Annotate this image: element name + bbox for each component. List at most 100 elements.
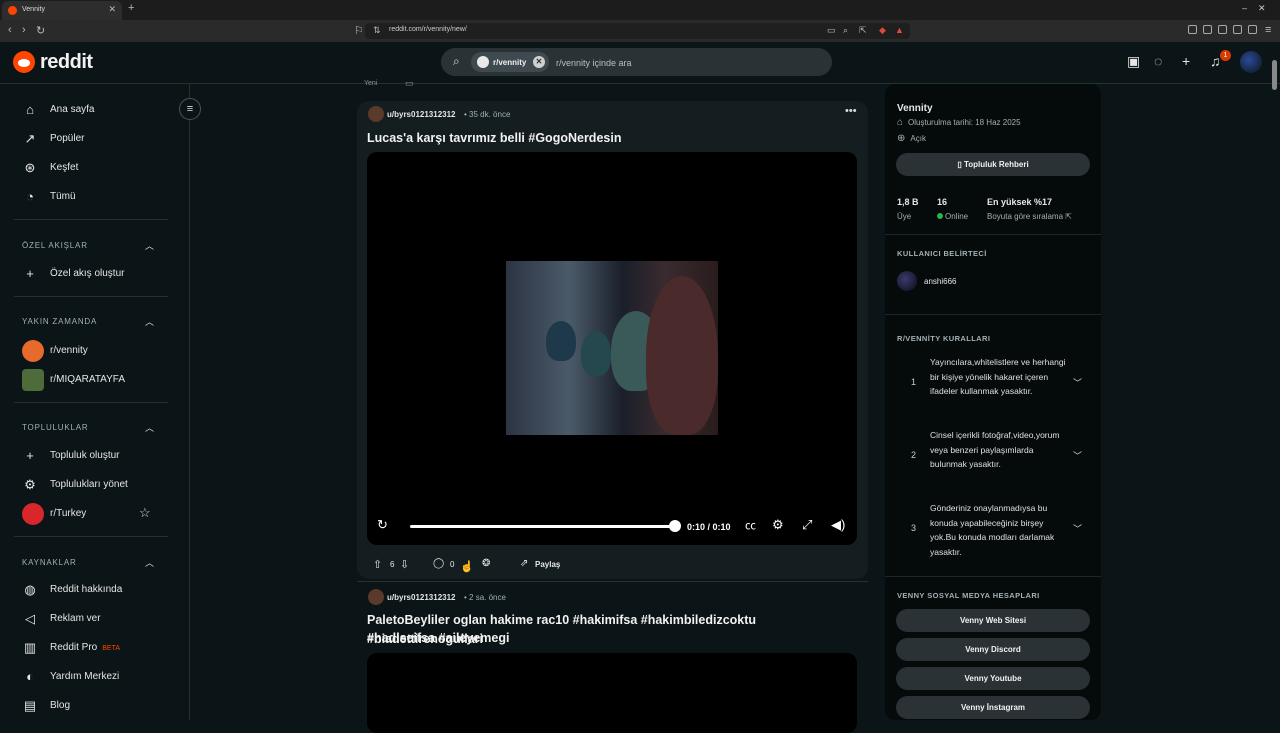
seek-bar[interactable] [410, 525, 674, 528]
rule-item[interactable]: 3 Gönderiniz onaylanmadıysa bu konuda ya… [897, 499, 1097, 559]
gear-icon: ⚙ [24, 477, 36, 492]
social-link-youtube[interactable]: Venny Youtube [896, 667, 1090, 690]
new-tab-icon[interactable]: + [128, 2, 134, 14]
award-button[interactable]: ❂ [475, 554, 501, 576]
address-bar[interactable]: ⇅ reddit.com/r/vennity/new/ ▭ ⌕ ⇱ ◆ ▲ [365, 23, 910, 39]
view-icon[interactable]: ▭ [405, 78, 414, 89]
user-avatar [368, 589, 384, 605]
back-icon[interactable]: ‹ [8, 24, 12, 36]
post-title[interactable]: Lucas'a karşı tavrımız belli #GogoNerdes… [367, 129, 621, 148]
site-info-icon[interactable]: ⇅ [373, 25, 381, 36]
video-player[interactable] [367, 653, 857, 733]
divider [885, 234, 1101, 235]
minimize-icon[interactable]: – [1242, 3, 1247, 13]
post-author[interactable]: u/byrs0121312312 [387, 110, 456, 119]
advertise-icon[interactable]: ▣ [1127, 53, 1140, 70]
custom-feeds-heading[interactable]: ÖZEL AKIŞLAR [22, 241, 88, 250]
upvote-icon[interactable]: ⇧ [373, 558, 382, 571]
social-link-discord[interactable]: Venny Discord [896, 638, 1090, 661]
wallet-icon[interactable] [1248, 25, 1257, 34]
browser-tab[interactable]: Vennity ✕ [2, 1, 122, 20]
chevron-up-icon[interactable]: ︿ [145, 421, 154, 434]
volume-icon[interactable]: ◀) [831, 517, 845, 533]
post-divider [357, 581, 868, 582]
chevron-up-icon[interactable]: ︿ [145, 556, 154, 569]
captions-icon[interactable]: ㏄ [745, 517, 756, 533]
post-time: • 2 sa. önce [464, 593, 506, 602]
video-frame [506, 261, 718, 435]
install-icon[interactable]: ▭ [827, 25, 836, 36]
rule-item[interactable]: 2 Cinsel içerikli fotoğraf,video,yorum v… [897, 426, 1097, 486]
megaphone-icon: ◁ [25, 611, 35, 626]
post-title-line2[interactable]: #hadiseifsa #aileyemegi [367, 629, 509, 648]
favorite-star-icon[interactable]: ☆ [139, 505, 151, 521]
chevron-down-icon[interactable]: ﹀ [1073, 376, 1082, 389]
recent-heading[interactable]: YAKIN ZAMANDA [22, 317, 97, 326]
resources-heading[interactable]: KAYNAKLAR [22, 558, 77, 567]
create-post-icon[interactable]: + [1182, 53, 1190, 69]
browser-tab-bar: Vennity ✕ + – ✕ [0, 0, 1280, 20]
chat-icon[interactable]: ◌ [1154, 53, 1162, 69]
collapse-sidebar-button[interactable]: ≡ [179, 98, 201, 120]
extension-icon[interactable] [1218, 25, 1227, 34]
rewards-icon[interactable]: ▲ [895, 25, 904, 35]
post-card[interactable]: u/byrs0121312312 • 35 dk. önce ••• Lucas… [357, 101, 868, 579]
video-player[interactable]: ↻ 0:10 / 0:10 ㏄ ⚙ ⤢ ◀) [367, 152, 857, 545]
rule-item[interactable]: 1 Yayıncılara,whitelistlere ve herhangi … [897, 353, 1097, 413]
vote-count: 6 [390, 560, 395, 569]
chevron-up-icon[interactable]: ︿ [145, 315, 154, 328]
close-window-icon[interactable]: ✕ [1258, 3, 1266, 14]
beta-badge: BETA [102, 645, 121, 652]
menu-icon[interactable]: ≡ [1265, 24, 1271, 36]
brave-shield-icon[interactable]: ◆ [879, 25, 886, 36]
external-link-icon: ⇱ [1065, 212, 1072, 221]
reddit-logo-text[interactable]: reddit [40, 51, 93, 74]
chevron-up-icon[interactable]: ︿ [145, 239, 154, 252]
replay-icon[interactable]: ↻ [377, 517, 388, 533]
settings-gear-icon[interactable]: ⚙ [772, 517, 784, 533]
chip-remove-icon[interactable]: ✕ [533, 56, 545, 68]
user-avatar[interactable] [1240, 51, 1262, 73]
more-options-icon[interactable]: ••• [845, 105, 857, 117]
page-scrollbar[interactable] [1272, 60, 1277, 90]
sort-label[interactable]: Yeni [364, 80, 377, 87]
extension-icon[interactable] [1203, 25, 1212, 34]
extension-icon[interactable] [1188, 25, 1197, 34]
search-bar[interactable]: ⌕ r/vennity ✕ r/vennity içinde ara [441, 48, 832, 76]
community-guide-button[interactable]: ▯ Topluluk Rehberi [896, 153, 1090, 176]
vennity-avatar [22, 340, 44, 362]
chevron-down-icon[interactable]: ﹀ [1073, 449, 1082, 462]
notification-bell-icon[interactable]: ♫ [1210, 53, 1221, 69]
post-author[interactable]: u/byrs0121312312 [387, 593, 456, 602]
flair-avatar [897, 271, 917, 291]
forward-icon[interactable]: › [22, 24, 26, 36]
post-card[interactable]: u/byrs0121312312 • 2 sa. önce PaletoBeyl… [357, 584, 868, 733]
social-link-instagram[interactable]: Venny İnstagram [896, 696, 1090, 719]
divider [885, 576, 1101, 577]
online-dot-icon [937, 213, 943, 219]
reddit-logo-icon[interactable] [13, 51, 35, 73]
help-icon: ◐ [26, 669, 34, 684]
divider [14, 536, 168, 537]
share-icon[interactable]: ⇱ [859, 25, 867, 36]
seek-knob[interactable] [669, 520, 681, 532]
zoom-icon[interactable]: ⌕ [843, 25, 848, 36]
rank-label[interactable]: Boyuta göre sıralama ⇱ [987, 212, 1072, 221]
cake-icon: ⌂ [897, 117, 904, 128]
extension-icon[interactable] [1233, 25, 1242, 34]
fullscreen-icon[interactable]: ⤢ [802, 517, 812, 533]
search-community-chip[interactable]: r/vennity ✕ [471, 52, 549, 72]
reddit-favicon-icon [8, 6, 17, 15]
bookmark-icon[interactable]: ⚐ [354, 24, 364, 37]
chevron-down-icon[interactable]: ﹀ [1073, 522, 1082, 535]
communities-heading[interactable]: TOPLULUKLAR [22, 423, 88, 432]
comments-button[interactable]: ◯ 0 [427, 554, 463, 576]
tab-close-icon[interactable]: ✕ [108, 4, 116, 15]
share-button[interactable]: ⇗ Paylaş [512, 554, 570, 576]
social-link-website[interactable]: Venny Web Sitesi [896, 609, 1090, 632]
flair-username[interactable]: anshi666 [924, 277, 956, 286]
notification-badge: 1 [1220, 50, 1231, 61]
reload-icon[interactable]: ↻ [36, 24, 45, 37]
downvote-icon[interactable]: ⇩ [400, 558, 409, 571]
share-arrow-icon: ⇗ [520, 558, 529, 569]
